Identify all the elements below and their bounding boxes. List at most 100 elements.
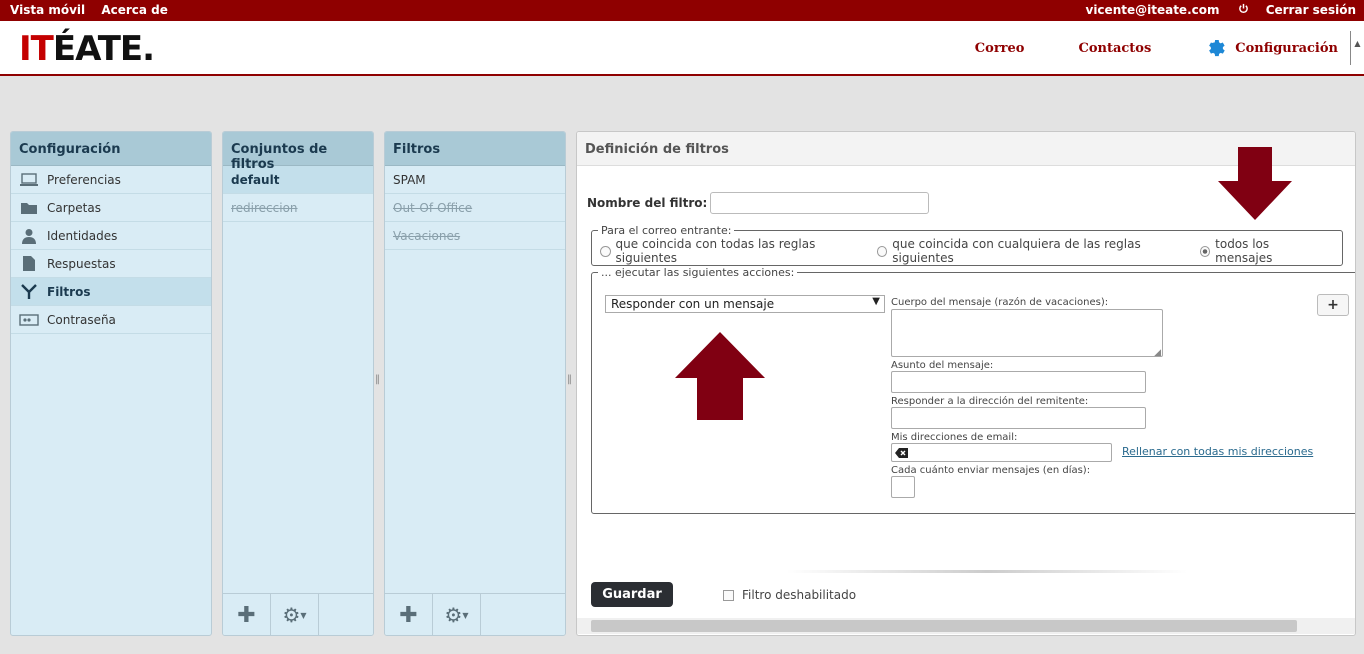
filter-disabled-option[interactable]: Filtro deshabilitado — [723, 588, 856, 602]
settings-panel: Configuración Preferencias Carpetas Iden… — [10, 131, 212, 636]
settings-item-label: Contraseña — [47, 312, 116, 327]
top-bar-left: Vista móvil Acerca de — [10, 3, 180, 17]
logout-button[interactable]: Cerrar sesión — [1238, 3, 1356, 17]
settings-panel-title: Configuración — [11, 132, 211, 166]
filter-name-label: Nombre del filtro: — [587, 196, 708, 210]
dropdown-arrow-icon: ▼ — [872, 296, 880, 307]
body-label: Cuerpo del mensaje (razón de vacaciones)… — [891, 297, 1109, 308]
add-filter-button[interactable]: ✚ — [385, 594, 433, 635]
laptop-icon — [19, 172, 39, 188]
interval-input[interactable] — [891, 476, 915, 498]
filter-name-input[interactable] — [710, 192, 930, 214]
add-action-button[interactable]: + — [1317, 294, 1349, 316]
my-addresses-input[interactable] — [891, 443, 1112, 462]
logo[interactable]: ITÉATE. — [19, 29, 155, 69]
logo-black-part: ÉATE. — [52, 29, 155, 69]
save-button[interactable]: Guardar — [591, 582, 673, 607]
top-bar-right: vicente@iteate.com Cerrar sesión — [1072, 3, 1357, 17]
folder-icon — [19, 200, 39, 216]
mobile-view-link[interactable]: Vista móvil — [10, 3, 85, 17]
arrow-down-annotation-icon — [1218, 147, 1292, 220]
arrow-up-annotation-icon — [675, 332, 765, 420]
filter-disabled-checkbox[interactable] — [723, 589, 734, 601]
settings-item-preferences[interactable]: Preferencias — [11, 166, 211, 194]
user-email: vicente@iteate.com — [1085, 3, 1220, 17]
settings-item-identities[interactable]: Identidades — [11, 222, 211, 250]
radio-all-rules[interactable] — [600, 245, 611, 257]
resize-grip-icon: ◢ — [1154, 348, 1161, 358]
option-any-rule[interactable]: que coincida con cualquiera de las regla… — [876, 237, 1190, 265]
my-addresses-label: Mis direcciones de email: — [891, 432, 1018, 443]
logout-label: Cerrar sesión — [1265, 3, 1356, 17]
password-icon — [19, 312, 39, 328]
filters-panel: Filtros SPAM Out-Of-Office Vacaciones ✚ … — [384, 131, 566, 636]
settings-item-filters[interactable]: Filtros — [11, 278, 211, 306]
filter-set-redireccion[interactable]: redireccion — [223, 194, 373, 222]
nav-contacts[interactable]: Contactos — [1078, 41, 1151, 56]
subject-label: Asunto del mensaje: — [891, 360, 994, 371]
fill-addresses-link[interactable]: Rellenar con todas mis direcciones — [1122, 445, 1313, 458]
radio-all-messages[interactable] — [1199, 245, 1211, 257]
page-scrollbar-up[interactable]: ▲ — [1350, 31, 1364, 65]
incoming-mail-legend: Para el correo entrante: — [601, 224, 732, 237]
settings-item-folders[interactable]: Carpetas — [11, 194, 211, 222]
filter-item-spam[interactable]: SPAM — [385, 166, 565, 194]
filter-item-vacaciones[interactable]: Vacaciones — [385, 222, 565, 250]
filters-title: Filtros — [385, 132, 565, 166]
actions-legend: ... ejecutar las siguientes acciones: — [601, 266, 795, 279]
plus-icon: ✚ — [237, 602, 256, 628]
option-all-messages[interactable]: todos los mensajes — [1199, 237, 1324, 265]
filter-name-row: Nombre del filtro: — [587, 192, 930, 214]
plus-icon: ✚ — [399, 602, 418, 628]
about-link[interactable]: Acerca de — [101, 3, 168, 17]
option-all-rules[interactable]: que coincida con todas las reglas siguie… — [600, 237, 867, 265]
option-any-rule-label: que coincida con cualquiera de las regla… — [892, 237, 1141, 265]
subject-input[interactable] — [891, 371, 1146, 393]
option-all-messages-label: todos los mensajes — [1215, 237, 1273, 265]
logo-red-part: IT — [19, 29, 54, 69]
filter-disabled-label: Filtro deshabilitado — [742, 588, 857, 602]
filter-set-actions-button[interactable]: ⚙ ▼ — [271, 594, 319, 635]
radio-any-rule[interactable] — [876, 245, 888, 257]
reply-to-input[interactable] — [891, 407, 1146, 429]
filter-actions-button[interactable]: ⚙ ▼ — [433, 594, 481, 635]
app-header: ITÉATE. Correo Contactos Configuración ▲ — [0, 21, 1364, 76]
caret-down-icon: ▼ — [462, 610, 469, 620]
settings-item-label: Identidades — [47, 228, 118, 243]
action-select[interactable]: Responder con un mensaje ▼ — [605, 295, 885, 313]
nav-mail[interactable]: Correo — [975, 41, 1025, 56]
filter-sets-title: Conjuntos de filtros — [223, 132, 373, 172]
main-nav: Correo Contactos Configuración — [921, 37, 1338, 59]
gear-icon: ⚙ — [444, 603, 463, 627]
settings-item-label: Respuestas — [47, 256, 116, 271]
settings-item-label: Filtros — [47, 284, 91, 299]
add-filter-set-button[interactable]: ✚ — [223, 594, 271, 635]
nav-settings-label: Configuración — [1235, 40, 1338, 56]
panel-splitter-handle[interactable]: ‖ — [375, 374, 380, 385]
horizontal-scrollbar-thumb[interactable] — [591, 620, 1297, 632]
power-icon — [1238, 3, 1248, 13]
nav-mail-label: Correo — [974, 40, 1025, 56]
interval-label: Cada cuánto enviar mensajes (en días): — [891, 465, 1091, 476]
settings-item-label: Preferencias — [47, 172, 121, 187]
caret-down-icon: ▼ — [300, 610, 307, 620]
filters-footer: ✚ ⚙ ▼ — [385, 593, 565, 635]
divider — [787, 570, 1187, 573]
reply-to-label: Responder a la dirección del remitente: — [891, 396, 1089, 407]
settings-item-label: Carpetas — [47, 200, 101, 215]
settings-item-responses[interactable]: Respuestas — [11, 250, 211, 278]
panel-splitter-handle[interactable]: ‖ — [567, 374, 572, 385]
incoming-mail-fieldset: Para el correo entrante: que coincida co… — [591, 224, 1343, 266]
filter-sets-footer: ✚ ⚙ ▼ — [223, 593, 373, 635]
action-select-value: Responder con un mensaje — [611, 297, 775, 311]
gear-icon — [1209, 40, 1225, 57]
body-textarea[interactable]: ◢ — [891, 309, 1163, 358]
nav-settings[interactable]: Configuración — [1205, 37, 1338, 59]
nav-contacts-label: Contactos — [1078, 40, 1152, 56]
settings-item-password[interactable]: Contraseña — [11, 306, 211, 334]
filter-item-out-of-office[interactable]: Out-Of-Office — [385, 194, 565, 222]
filter-sets-panel: Conjuntos de filtros default redireccion… — [222, 131, 374, 636]
match-options: que coincida con todas las reglas siguie… — [592, 237, 1342, 265]
gear-icon: ⚙ — [282, 603, 301, 627]
tag-remove-icon — [895, 448, 908, 458]
